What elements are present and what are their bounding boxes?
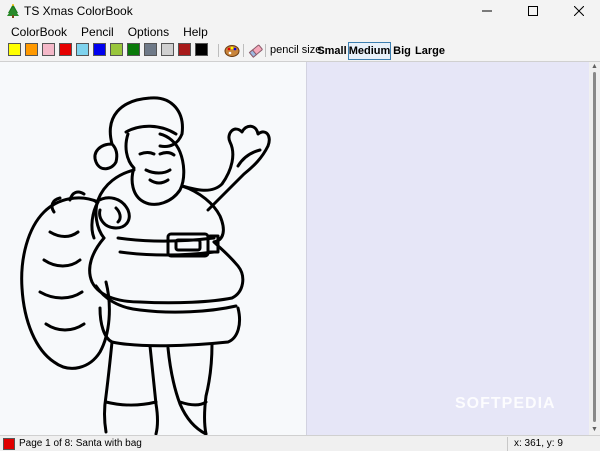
watermark: SOFTPEDIA (455, 395, 556, 412)
window-title: TS Xmas ColorBook (24, 4, 133, 18)
size-large-button[interactable]: Large (415, 42, 445, 60)
coloring-canvas[interactable] (0, 62, 306, 436)
swatch-light-blue[interactable] (76, 43, 89, 56)
swatch-red[interactable] (59, 43, 72, 56)
swatch-dark-green[interactable] (127, 43, 140, 56)
scroll-down-icon[interactable]: ▼ (591, 426, 598, 433)
minimize-button[interactable] (464, 0, 510, 22)
cursor-coordinates: x: 361, y: 9 (514, 438, 563, 449)
swatch-gray[interactable] (144, 43, 157, 56)
menu-bar: ColorBook Pencil Options Help (0, 22, 600, 42)
toolbar-separator (218, 44, 219, 57)
current-color-indicator (3, 438, 15, 450)
color-palette (8, 43, 212, 56)
toolbar: pencil size: Small Medium Big Large (0, 42, 600, 60)
eraser-icon[interactable] (248, 43, 264, 58)
santa-with-bag-drawing (20, 96, 271, 436)
swatch-dark-red[interactable] (178, 43, 191, 56)
canvas-area: ▲ ▼ (0, 61, 600, 436)
vertical-scrollbar[interactable]: ▲ ▼ (589, 62, 600, 436)
size-small-button[interactable]: Small (317, 42, 347, 60)
page-status: Page 1 of 8: Santa with bag (19, 438, 142, 449)
swatch-black[interactable] (195, 43, 208, 56)
size-big-button[interactable]: Big (392, 42, 412, 60)
swatch-pink[interactable] (42, 43, 55, 56)
scrollbar-thumb[interactable] (593, 72, 596, 422)
close-button[interactable] (556, 0, 600, 22)
toolbar-separator (243, 44, 244, 57)
swatch-light-green[interactable] (110, 43, 123, 56)
swatch-blue[interactable] (93, 43, 106, 56)
side-panel (306, 62, 589, 436)
paint-palette-icon[interactable] (224, 43, 240, 58)
christmas-tree-icon (7, 4, 19, 18)
toolbar-separator (265, 44, 266, 57)
swatch-orange[interactable] (25, 43, 38, 56)
size-medium-button[interactable]: Medium (348, 42, 391, 60)
menu-colorbook[interactable]: ColorBook (4, 22, 74, 42)
menu-options[interactable]: Options (121, 22, 176, 42)
title-bar: TS Xmas ColorBook (0, 0, 600, 22)
menu-help[interactable]: Help (176, 22, 215, 42)
maximize-icon (528, 6, 538, 16)
minimize-icon (482, 10, 492, 12)
status-divider (507, 437, 508, 451)
scroll-up-icon[interactable]: ▲ (591, 63, 598, 70)
swatch-light-gray[interactable] (161, 43, 174, 56)
swatch-yellow[interactable] (8, 43, 21, 56)
status-bar: Page 1 of 8: Santa with bag x: 361, y: 9 (0, 435, 600, 451)
menu-pencil[interactable]: Pencil (74, 22, 121, 42)
maximize-button[interactable] (510, 0, 556, 22)
close-icon (574, 6, 584, 16)
